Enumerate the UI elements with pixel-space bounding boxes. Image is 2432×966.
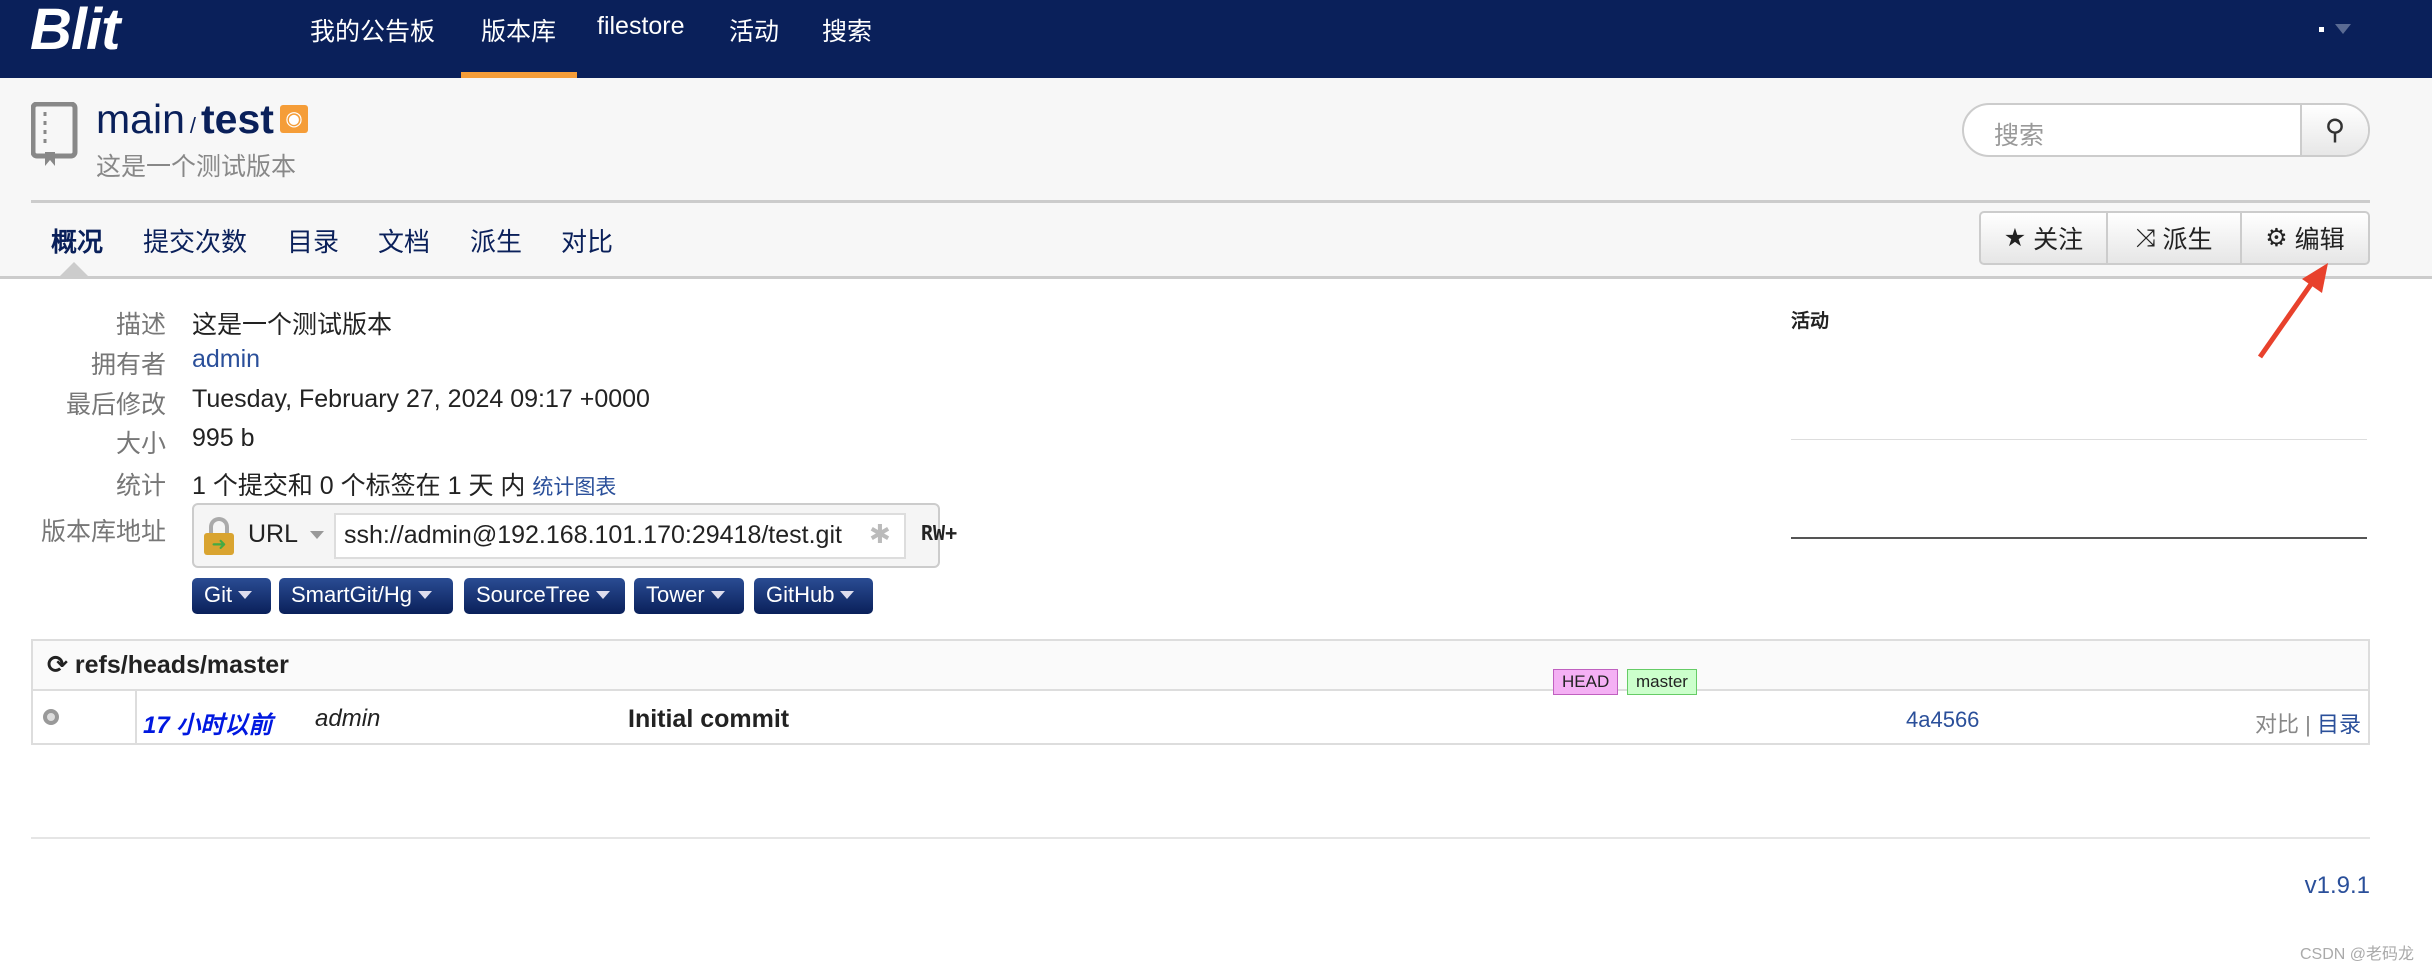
nav-dashboard[interactable]: 我的公告板 [310,12,435,48]
label-stats: 统计 [115,472,166,500]
caret-down-icon [310,531,325,539]
column-divider [135,691,137,745]
fork-label: 派生 [2162,226,2213,254]
label-owner: 拥有者 [90,351,166,379]
log-header: ⟳ refs/heads/master [33,641,2368,691]
nav-repositories[interactable]: 版本库 [481,12,556,48]
divider [31,200,2370,203]
commit-links: 对比 | 目录 [2255,707,2361,739]
repo-url-box: ➜ URL ssh://admin@192.168.101.170:29418/… [192,503,940,568]
tab-forks[interactable]: 派生 [470,222,522,259]
github-client-button[interactable]: GitHub [754,578,873,614]
commit-age: 17 小时以前 [143,712,273,739]
search-input[interactable]: 搜索 ⚲ [1962,103,2370,157]
version-link[interactable]: v1.9.1 [2305,872,2370,900]
lock-icon: ➜ [204,517,234,555]
tab-compare[interactable]: 对比 [561,222,613,259]
stats-text: 1 个提交和 0 个标签在 1 天 内 [192,472,526,500]
owner-link[interactable]: admin [192,345,260,374]
user-menu[interactable] [2319,27,2324,32]
tab-summary[interactable]: 概况 [51,222,103,259]
commit-dot-icon [43,709,59,725]
project-link[interactable]: main [96,96,185,142]
last-change-value: Tuesday, February 27, 2024 09:17 +0000 [192,385,650,413]
commit-author[interactable]: admin [315,705,380,733]
label-url: 版本库地址 [40,518,166,546]
activity-gridline [1791,439,2367,440]
fork-button[interactable]: ⤨ 派生 [2108,213,2242,263]
activity-heading: 活动 [1791,311,1830,332]
star-icon: ★ [2003,224,2027,252]
nav-activity[interactable]: 活动 [729,12,779,48]
watch-label: 关注 [2033,226,2084,254]
smartgit-client-button[interactable]: SmartGit/Hg [279,578,453,614]
protocol-select[interactable]: URL [248,520,325,549]
repository-icon [31,102,78,166]
tab-docs[interactable]: 文档 [378,222,430,259]
permission-badge: RW+ [921,521,958,545]
tree-link[interactable]: 目录 [2317,712,2361,737]
footer-divider [31,837,2370,839]
stats-chart-link[interactable]: 统计图表 [532,476,616,499]
ref-name[interactable]: refs/heads/master [75,651,289,679]
repo-link[interactable]: test [201,96,274,142]
repo-url-field[interactable]: ssh://admin@192.168.101.170:29418/test.g… [334,513,906,559]
red-arrow-annotation [2257,263,2328,359]
description-value: 这是一个测试版本 [192,311,393,339]
tower-client-button[interactable]: Tower [634,578,744,614]
head-ref-badge[interactable]: HEAD [1553,669,1619,695]
caret-down-icon[interactable] [2335,24,2351,34]
gitblit-logo[interactable]: Blit [30,0,120,63]
navbar: Blit 我的公告板 版本库 filestore 活动 搜索 [0,0,2432,78]
commit-log-table: ⟳ refs/heads/master [31,639,2370,745]
label-size: 大小 [115,430,166,458]
label-description: 描述 [115,311,166,339]
compare-link[interactable]: 对比 [2255,712,2299,737]
page-title: main / test ◉ [96,96,308,143]
copy-icon[interactable]: ✱ [869,519,891,550]
watermark: CSDN @老码龙 [2299,946,2414,963]
search-placeholder: 搜索 [1994,122,2045,150]
refresh-icon: ⟳ [47,651,68,679]
nav-filestore[interactable]: filestore [597,12,685,41]
activity-axis [1791,537,2367,539]
size-value: 995 b [192,424,255,452]
commit-message[interactable]: Initial commit [628,705,789,734]
edit-label: 编辑 [2294,226,2345,254]
sourcetree-client-button[interactable]: SourceTree [464,578,625,614]
stats-value: 1 个提交和 0 个标签在 1 天 内 统计图表 [192,466,616,502]
tab-tree[interactable]: 目录 [287,222,339,259]
branch-ref-badge[interactable]: master [1627,669,1697,695]
search-icon[interactable]: ⚲ [2300,105,2368,155]
protocol-label: URL [248,520,299,548]
gear-icon: ⚙ [2265,224,2288,252]
separator: / [189,113,196,138]
tab-commits[interactable]: 提交次数 [143,222,247,259]
git-client-button[interactable]: Git [192,578,271,614]
nav-search[interactable]: 搜索 [822,12,872,48]
active-tab-indicator [58,262,90,278]
rss-icon[interactable]: ◉ [279,105,308,133]
watch-button[interactable]: ★ 关注 [1981,213,2108,263]
repo-description: 这是一个测试版本 [96,153,297,181]
commit-id-link[interactable]: 4a4566 [1906,707,1979,733]
fork-icon: ⤨ [2135,223,2156,252]
link-separator: | [2305,712,2311,737]
label-last-change: 最后修改 [65,391,166,419]
